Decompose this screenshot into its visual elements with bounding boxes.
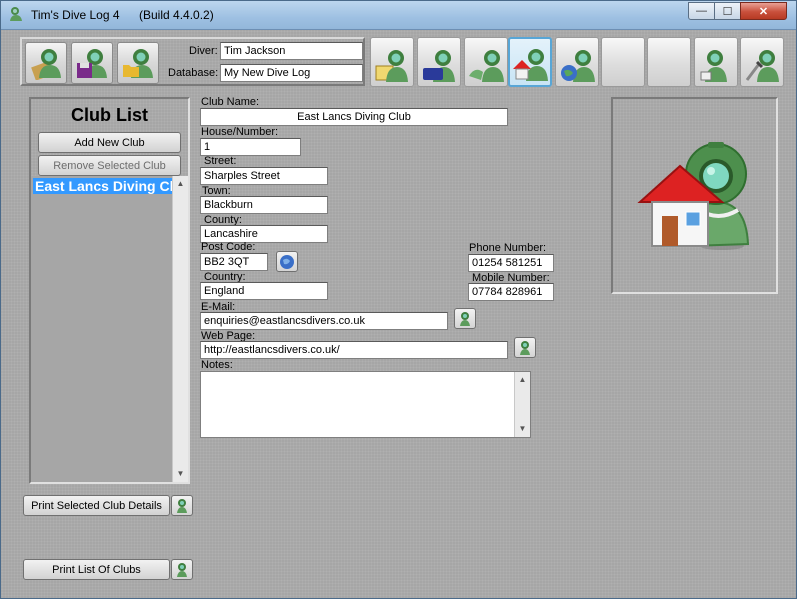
dive-buddies-button[interactable]	[464, 37, 508, 87]
print-list-diver-icon	[177, 562, 187, 577]
mobile-number-field[interactable]: 07784 828961	[468, 283, 554, 301]
save-database-button[interactable]	[71, 42, 113, 84]
club-listbox[interactable]: East Lancs Diving Club ▲ ▼	[31, 176, 188, 482]
open-web-page-button[interactable]	[514, 337, 536, 358]
email-field[interactable]: enquiries@eastlancsdivers.co.uk	[200, 312, 448, 330]
postcode-field[interactable]: BB2 3QT	[200, 253, 268, 271]
print-diver-icon	[177, 498, 187, 513]
close-button[interactable]: ✕	[740, 2, 787, 20]
app-build: (Build 4.4.0.2)	[139, 8, 214, 22]
phone-number-field[interactable]: 01254 581251	[468, 254, 554, 272]
globe-icon	[280, 254, 294, 269]
street-field[interactable]: Sharples Street	[200, 167, 328, 185]
client-area: Diver: Tim Jackson Database: My New Dive…	[1, 30, 796, 598]
remove-selected-club-button[interactable]: Remove Selected Club	[38, 155, 181, 176]
web-diver-icon	[520, 340, 530, 355]
database-field[interactable]: My New Dive Log	[220, 64, 363, 82]
blank-button-1[interactable]	[601, 37, 645, 87]
edit-diver-icon	[31, 49, 61, 80]
app-title: Tim's Dive Log 4	[31, 8, 120, 22]
logbook-button[interactable]	[694, 37, 738, 87]
web-page-field[interactable]: http://eastlancsdivers.co.uk/	[200, 341, 508, 359]
phone-number-label: Phone Number:	[469, 242, 547, 254]
app-diver-icon	[10, 7, 22, 21]
close-icon: ✕	[758, 5, 769, 18]
logbook-icon	[700, 50, 727, 82]
list-item[interactable]: East Lancs Diving Club	[33, 178, 173, 194]
print-list-icon-button[interactable]	[171, 559, 193, 580]
send-email-button[interactable]	[454, 308, 476, 329]
notes-textarea[interactable]: ▲ ▼	[200, 371, 531, 438]
equipment-button[interactable]	[417, 37, 461, 87]
notes-label: Notes:	[201, 359, 233, 371]
street-label: Street:	[204, 155, 237, 167]
tools-icon	[745, 50, 779, 82]
dive-buddies-icon	[469, 50, 504, 82]
club-list-title: Club List	[71, 105, 148, 125]
database-label: Database:	[168, 67, 219, 79]
equipment-icon	[423, 50, 455, 82]
scroll-down-icon[interactable]: ▼	[173, 466, 188, 482]
minimize-icon: —	[696, 5, 707, 17]
section-nav	[368, 37, 784, 89]
print-selected-club-button[interactable]: Print Selected Club Details	[23, 495, 170, 516]
diver-label: Diver:	[189, 45, 218, 57]
certificates-button[interactable]	[370, 37, 414, 87]
house-number-field[interactable]: 1	[200, 138, 301, 156]
open-database-icon	[123, 49, 153, 78]
tools-button[interactable]	[740, 37, 784, 87]
club-list-scrollbar[interactable]: ▲ ▼	[172, 176, 188, 482]
dive-sites-icon	[561, 50, 595, 82]
dive-clubs-button[interactable]	[508, 37, 552, 87]
print-list-of-clubs-button[interactable]: Print List Of Clubs	[23, 559, 170, 580]
maximize-button[interactable]: ☐	[714, 2, 741, 20]
diver-house-icon	[636, 141, 749, 250]
notes-scroll-down-icon[interactable]: ▼	[515, 421, 530, 437]
dive-clubs-icon	[513, 49, 548, 81]
save-database-icon	[77, 49, 107, 78]
blank-button-2[interactable]	[647, 37, 691, 87]
minimize-button[interactable]: —	[688, 2, 715, 20]
country-field[interactable]: England	[200, 282, 328, 300]
print-selected-club-icon-button[interactable]	[171, 495, 193, 516]
club-name-field[interactable]: East Lancs Diving Club	[200, 108, 508, 126]
club-name-label: Club Name:	[201, 96, 260, 108]
email-diver-icon	[460, 311, 470, 326]
edit-diver-button[interactable]	[25, 42, 67, 84]
postcode-label: Post Code:	[201, 241, 256, 253]
diver-field[interactable]: Tim Jackson	[220, 42, 363, 60]
open-database-button[interactable]	[117, 42, 159, 84]
dive-sites-button[interactable]	[555, 37, 599, 87]
house-number-label: House/Number:	[201, 126, 279, 138]
notes-scroll-up-icon[interactable]: ▲	[515, 372, 530, 388]
title-bar[interactable]: Tim's Dive Log 4 (Build 4.4.0.2) — ☐ ✕	[1, 1, 796, 30]
scroll-up-icon[interactable]: ▲	[173, 176, 188, 192]
add-new-club-button[interactable]: Add New Club	[38, 132, 181, 153]
file-toolbar: Diver: Tim Jackson Database: My New Dive…	[20, 37, 365, 86]
maximize-icon: ☐	[722, 5, 733, 18]
notes-scrollbar[interactable]: ▲ ▼	[514, 372, 530, 437]
postcode-map-button[interactable]	[276, 251, 298, 272]
app-window: Tim's Dive Log 4 (Build 4.4.0.2) — ☐ ✕ D…	[0, 0, 797, 599]
club-list-panel: Club List Add New Club Remove Selected C…	[29, 97, 190, 484]
certificates-icon	[375, 50, 408, 82]
town-field[interactable]: Blackburn	[200, 196, 328, 214]
club-image-panel	[611, 97, 778, 294]
